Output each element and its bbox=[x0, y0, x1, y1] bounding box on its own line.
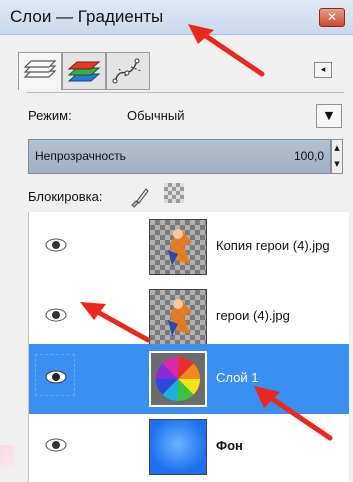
spin-down-icon[interactable]: ▼ bbox=[332, 156, 342, 172]
annotation-arrow-icon bbox=[80, 302, 151, 343]
opacity-slider[interactable]: Непрозрачность 100,0 bbox=[28, 139, 331, 174]
title-bar[interactable]: Слои — Градиенты ✕ bbox=[0, 0, 353, 35]
paths-icon bbox=[112, 58, 142, 84]
color-wheel-icon bbox=[155, 356, 201, 402]
separator bbox=[26, 92, 344, 93]
chevron-down-icon: ▼ bbox=[324, 109, 334, 122]
mode-dropdown-button[interactable]: ▼ bbox=[316, 104, 342, 128]
tab-layers[interactable] bbox=[18, 52, 62, 90]
layer-thumbnail[interactable] bbox=[149, 351, 207, 407]
layer-thumbnail[interactable] bbox=[149, 219, 207, 275]
opacity-spinner[interactable]: ▲ ▼ bbox=[331, 139, 343, 174]
eye-icon[interactable] bbox=[43, 432, 69, 458]
mode-label: Режим: bbox=[28, 108, 72, 123]
spin-up-icon[interactable]: ▲ bbox=[332, 140, 342, 156]
lock-pixels-brush-icon[interactable] bbox=[128, 186, 150, 208]
hero-figure-icon bbox=[168, 228, 192, 266]
annotation-arrow-icon bbox=[188, 24, 265, 77]
tab-channels[interactable] bbox=[62, 52, 106, 90]
layers-dialog: Слои — Градиенты ✕ ◂ Режим: Обычный ▼ Не… bbox=[0, 0, 353, 482]
window-title: Слои — Градиенты bbox=[10, 7, 164, 26]
layer-name[interactable]: Копия герои (4).jpg bbox=[216, 238, 330, 253]
tab-menu-button[interactable]: ◂ bbox=[314, 62, 332, 78]
opacity-label: Непрозрачность bbox=[35, 149, 126, 163]
channels-icon bbox=[67, 61, 101, 82]
eye-icon[interactable] bbox=[43, 364, 69, 390]
layer-name[interactable]: герои (4).jpg bbox=[216, 308, 290, 323]
annotation-arrow-icon bbox=[254, 386, 333, 441]
close-button[interactable]: ✕ bbox=[319, 8, 345, 27]
close-icon: ✕ bbox=[326, 10, 338, 24]
lock-alpha-icon[interactable] bbox=[164, 183, 184, 203]
layer-name[interactable]: Фон bbox=[216, 438, 243, 453]
eye-icon[interactable] bbox=[43, 232, 69, 258]
dock-tabs: ◂ bbox=[18, 52, 338, 90]
background-mark bbox=[0, 445, 14, 469]
layer-row[interactable]: Копия герои (4).jpg bbox=[29, 212, 349, 282]
layer-thumbnail[interactable] bbox=[149, 289, 207, 345]
eye-icon[interactable] bbox=[43, 302, 69, 328]
mode-select-value[interactable]: Обычный bbox=[127, 108, 184, 123]
opacity-value[interactable]: 100,0 bbox=[294, 149, 324, 163]
lock-label: Блокировка: bbox=[28, 189, 103, 204]
layers-icon bbox=[23, 60, 57, 78]
layer-thumbnail[interactable] bbox=[149, 419, 207, 475]
tab-menu-icon: ◂ bbox=[320, 65, 326, 75]
tab-paths[interactable] bbox=[106, 52, 150, 90]
hero-figure-icon bbox=[168, 298, 192, 336]
